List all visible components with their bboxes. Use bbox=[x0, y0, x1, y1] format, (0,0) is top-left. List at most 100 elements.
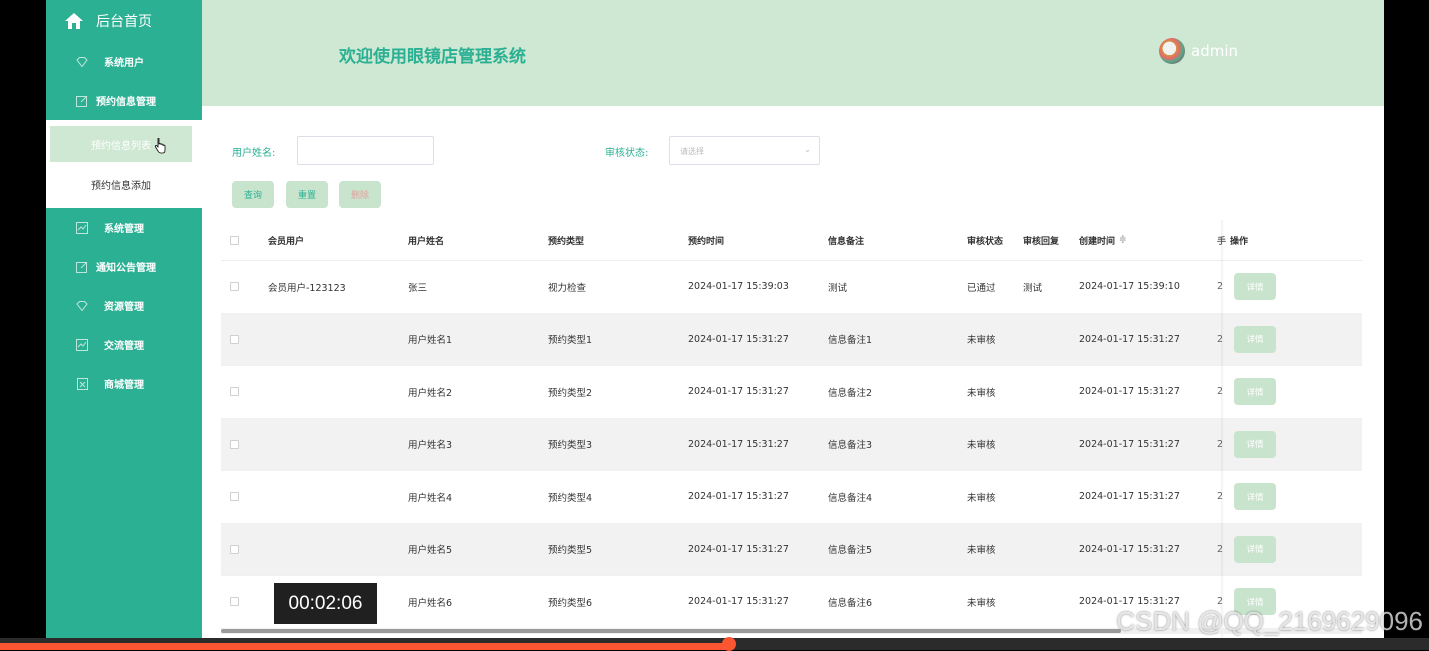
select-all-checkbox[interactable] bbox=[230, 220, 239, 260]
sidebar-submenu: 预约信息列表 预约信息添加 bbox=[46, 120, 202, 208]
cell-note: 信息备注1 bbox=[828, 335, 873, 347]
avatar bbox=[1159, 38, 1185, 64]
username: admin bbox=[1191, 42, 1238, 60]
sidebar-item-shop-management[interactable]: 商城管理 bbox=[46, 364, 202, 403]
row-checkbox[interactable] bbox=[230, 524, 239, 576]
cell-name: 用户姓名6 bbox=[408, 597, 453, 609]
row-checkbox[interactable] bbox=[230, 471, 239, 523]
sidebar-item-resource-management[interactable]: 资源管理 bbox=[46, 286, 202, 325]
cell-actions: 详情 bbox=[1234, 524, 1276, 576]
row-checkbox[interactable] bbox=[230, 314, 239, 366]
scrollbar-thumb[interactable] bbox=[221, 629, 1121, 633]
cell-time: 2024-01-17 15:31:27 bbox=[688, 543, 789, 555]
fixed-column-divider bbox=[1221, 220, 1224, 638]
cell-actions: 详情 bbox=[1234, 366, 1276, 418]
page-title: 欢迎使用眼镜店管理系统 bbox=[339, 47, 526, 67]
sidebar-item-notice-management[interactable]: 通知公告管理 bbox=[46, 247, 202, 286]
row-checkbox[interactable] bbox=[230, 576, 239, 628]
app-window: 后台首页 系统用户 预约信息管理 预约信息列表 预约信息添加 系统管理 通知公告… bbox=[46, 0, 1384, 638]
sidebar-item-system-users[interactable]: 系统用户 bbox=[46, 42, 202, 81]
cell-created: 2024-01-17 15:31:27 bbox=[1079, 438, 1180, 450]
table-body: 会员用户-123123 张三 视力检查 2024-01-17 15:39:03 测试 已通… bbox=[221, 261, 1362, 629]
cell-status: 未审核 bbox=[967, 597, 996, 609]
sidebar-item-home[interactable]: 后台首页 bbox=[46, 0, 202, 42]
cell-status: 未审核 bbox=[967, 492, 996, 504]
sidebar-item-label: 系统管理 bbox=[104, 224, 144, 235]
cell-time: 2024-01-17 15:31:27 bbox=[688, 386, 789, 398]
sidebar-item-label: 后台首页 bbox=[96, 14, 152, 30]
table-row: 用户姓名2 预约类型2 2024-01-17 15:31:27 信息备注2 未审核 202… bbox=[221, 366, 1362, 419]
sidebar-item-appointment-management[interactable]: 预约信息管理 bbox=[46, 81, 202, 120]
table-row: 用户姓名1 预约类型1 2024-01-17 15:31:27 信息备注1 未审核 202… bbox=[221, 313, 1362, 366]
sidebar-subitem-appointment-add[interactable]: 预约信息添加 bbox=[50, 166, 192, 202]
column-header: 操作 bbox=[1230, 236, 1249, 247]
cell-name: 用户姓名2 bbox=[408, 387, 453, 399]
cell-note: 信息备注4 bbox=[828, 492, 873, 504]
sidebar-item-system-management[interactable]: 系统管理 bbox=[46, 208, 202, 247]
table-header: 会员用户 用户姓名 预约类型 预约时间 信息备注 审核状态 审核回复 创建时间 … bbox=[221, 220, 1362, 261]
sidebar-item-label: 系统用户 bbox=[104, 58, 144, 69]
cell-status: 未审核 bbox=[967, 335, 996, 347]
user-menu[interactable]: admin bbox=[1159, 38, 1238, 64]
hand-cursor-icon bbox=[154, 138, 166, 154]
cell-name: 用户姓名4 bbox=[408, 492, 453, 504]
row-checkbox[interactable] bbox=[230, 419, 239, 471]
column-header: 信息备注 bbox=[828, 236, 865, 247]
column-header: 用户姓名 bbox=[408, 236, 445, 247]
cell-time: 2024-01-17 15:31:27 bbox=[688, 491, 789, 503]
cell-actions: 详情 bbox=[1234, 419, 1276, 471]
cell-time: 2024-01-17 15:39:03 bbox=[688, 281, 789, 293]
edit-icon bbox=[76, 95, 88, 107]
search-button[interactable]: 查询 bbox=[232, 181, 274, 208]
cell-created: 2024-01-17 15:31:27 bbox=[1079, 543, 1180, 555]
detail-button[interactable]: 详情 bbox=[1234, 430, 1276, 458]
video-progress-knob[interactable] bbox=[721, 637, 736, 651]
cell-status: 未审核 bbox=[967, 387, 996, 399]
chart-icon bbox=[76, 338, 88, 351]
cell-note: 信息备注6 bbox=[828, 597, 873, 609]
cell-name: 张三 bbox=[408, 282, 428, 294]
diamond-icon bbox=[76, 56, 88, 68]
cell-status: 未审核 bbox=[967, 440, 996, 452]
detail-button[interactable]: 详情 bbox=[1234, 535, 1276, 563]
detail-button[interactable]: 详情 bbox=[1234, 378, 1276, 406]
main-content: 用户姓名: 审核状态: 请选择 ⌄ 查询 重置 删除 会员用户 用户姓名 预约类… bbox=[202, 106, 1384, 638]
sidebar-item-label: 交流管理 bbox=[104, 341, 144, 352]
name-filter-input[interactable] bbox=[297, 136, 434, 165]
sidebar-subitem-appointment-list[interactable]: 预约信息列表 bbox=[50, 126, 192, 162]
sidebar-item-exchange-management[interactable]: 交流管理 bbox=[46, 325, 202, 364]
column-header-sortable[interactable]: 创建时间 ≑ bbox=[1079, 220, 1127, 260]
cell-time: 2024-01-17 15:31:27 bbox=[688, 596, 789, 608]
detail-button[interactable]: 详情 bbox=[1234, 325, 1276, 353]
column-header: 预约类型 bbox=[548, 236, 585, 247]
cell-time: 2024-01-17 15:31:27 bbox=[688, 438, 789, 450]
status-filter-label: 审核状态: bbox=[605, 148, 649, 159]
cell-type: 预约类型5 bbox=[548, 545, 593, 557]
sidebar-item-label: 商城管理 bbox=[104, 380, 144, 391]
detail-button[interactable]: 详情 bbox=[1234, 483, 1276, 511]
detail-button[interactable]: 详情 bbox=[1234, 273, 1276, 301]
row-checkbox[interactable] bbox=[230, 261, 239, 313]
reset-button[interactable]: 重置 bbox=[286, 181, 328, 208]
cell-name: 用户姓名3 bbox=[408, 440, 453, 452]
status-select-placeholder: 请选择 bbox=[680, 147, 704, 156]
cell-time: 2024-01-17 15:31:27 bbox=[688, 333, 789, 345]
delete-button[interactable]: 删除 bbox=[339, 181, 381, 208]
chevron-down-icon: ⌄ bbox=[804, 145, 811, 154]
column-header: 预约时间 bbox=[688, 236, 725, 247]
sort-icon[interactable]: ≑ bbox=[1119, 235, 1127, 245]
cell-created: 2024-01-17 15:39:10 bbox=[1079, 281, 1180, 293]
cell-type: 预约类型4 bbox=[548, 492, 593, 504]
cell-actions: 详情 bbox=[1234, 314, 1276, 366]
table-row: 会员用户-123123 张三 视力检查 2024-01-17 15:39:03 测试 已通… bbox=[221, 261, 1362, 314]
row-checkbox[interactable] bbox=[230, 366, 239, 418]
cell-created: 2024-01-17 15:31:27 bbox=[1079, 491, 1180, 503]
home-icon bbox=[65, 13, 83, 29]
cell-created: 2024-01-17 15:31:27 bbox=[1079, 333, 1180, 345]
status-filter-select[interactable]: 请选择 ⌄ bbox=[669, 136, 820, 165]
cell-created: 2024-01-17 15:31:27 bbox=[1079, 386, 1180, 398]
name-filter-label: 用户姓名: bbox=[232, 148, 276, 159]
cell-name: 用户姓名5 bbox=[408, 545, 453, 557]
cell-status: 已通过 bbox=[967, 282, 996, 294]
cell-actions: 详情 bbox=[1234, 471, 1276, 523]
